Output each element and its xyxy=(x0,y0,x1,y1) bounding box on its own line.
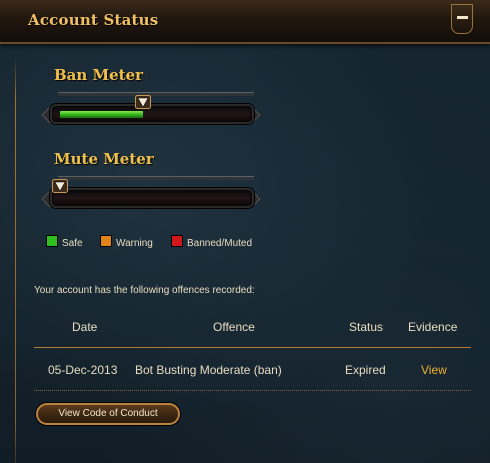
table-header-divider xyxy=(34,347,471,348)
ban-meter-track xyxy=(50,104,254,124)
ban-meter-rail xyxy=(58,92,254,96)
cell-status: Expired xyxy=(345,363,386,377)
legend-label-banned-muted: Banned/Muted xyxy=(187,238,253,249)
mute-meter-marker-icon xyxy=(52,179,68,193)
view-evidence-link[interactable]: View xyxy=(421,363,447,377)
legend-label-warning: Warning xyxy=(116,238,153,249)
mute-meter-rail xyxy=(58,176,254,180)
collapse-button[interactable] xyxy=(451,4,473,34)
mute-meter-track xyxy=(50,188,254,208)
mute-meter-title: Mute Meter xyxy=(54,150,154,168)
legend-swatch-banned-muted xyxy=(171,235,183,247)
offences-intro: Your account has the following offences … xyxy=(34,285,255,296)
panel-header: Account Status xyxy=(0,0,490,44)
view-code-of-conduct-button[interactable]: View Code of Conduct xyxy=(36,403,180,425)
column-header-offence: Offence xyxy=(213,320,255,334)
left-border-line xyxy=(15,58,16,463)
ban-meter-marker-icon xyxy=(135,95,151,109)
table-row-divider xyxy=(34,390,471,391)
ban-meter-title: Ban Meter xyxy=(54,66,144,84)
legend-item-banned-muted: Banned/Muted xyxy=(171,235,252,249)
minus-icon xyxy=(457,16,468,19)
legend-label-safe: Safe xyxy=(62,238,83,249)
column-header-status: Status xyxy=(349,320,384,334)
legend-item-warning: Warning xyxy=(100,235,153,249)
panel-title: Account Status xyxy=(28,11,159,29)
account-status-panel: Account Status Ban Meter Mute Meter Safe… xyxy=(0,0,490,463)
legend-swatch-safe xyxy=(46,235,58,247)
ban-meter-fill xyxy=(60,111,143,118)
column-header-evidence: Evidence xyxy=(408,320,458,334)
legend-item-safe: Safe xyxy=(46,235,83,249)
legend-swatch-warning xyxy=(100,235,112,247)
column-header-date: Date xyxy=(72,320,98,334)
cell-date: 05-Dec-2013 xyxy=(48,363,118,377)
cell-offence: Bot Busting Moderate (ban) xyxy=(135,363,282,377)
